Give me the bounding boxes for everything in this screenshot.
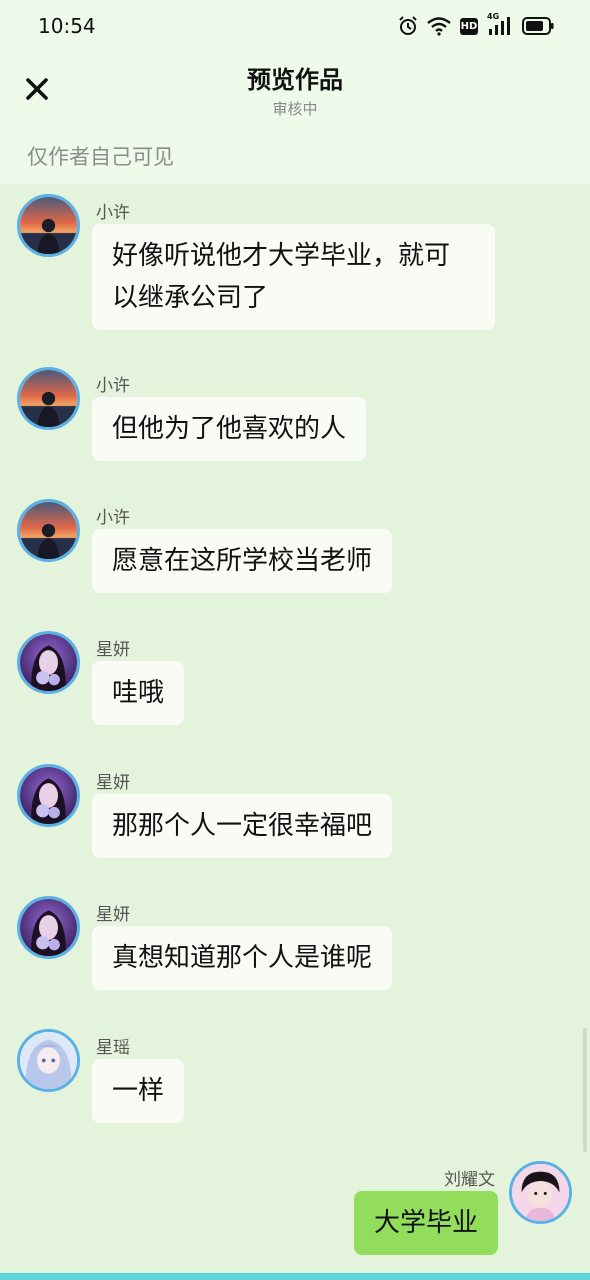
alarm-icon bbox=[398, 16, 418, 36]
sender-name: 星妍 bbox=[96, 905, 130, 925]
avatar-sunset-man[interactable] bbox=[17, 194, 80, 257]
avatar-girl-purple[interactable] bbox=[17, 764, 80, 827]
message-bubble[interactable]: 真想知道那个人是谁呢 bbox=[92, 926, 393, 990]
avatar-sunset-man[interactable] bbox=[17, 367, 80, 430]
scrollbar[interactable] bbox=[583, 1028, 587, 1152]
message-bubble[interactable]: 哇哦 bbox=[92, 661, 185, 725]
chat-message: 星妍 哇哦 bbox=[0, 631, 590, 731]
header: 10:54 HD 4G 预览作品 审核中 仅作者自己可见 bbox=[0, 0, 590, 184]
review-status: 审核中 bbox=[272, 100, 318, 118]
message-bubble[interactable]: 愿意在这所学校当老师 bbox=[92, 529, 393, 593]
chat-message: 小许 好像听说他才大学毕业，就可以继承公司了 bbox=[0, 194, 590, 334]
message-bubble[interactable]: 但他为了他喜欢的人 bbox=[92, 397, 367, 461]
page-title: 预览作品 bbox=[247, 66, 343, 94]
chat-message: 星瑶 一样 bbox=[0, 1029, 590, 1129]
chat-message-self: 刘耀文 大学毕业 bbox=[0, 1161, 590, 1261]
sender-name: 小许 bbox=[96, 376, 130, 396]
sender-name: 星妍 bbox=[96, 640, 130, 660]
avatar-sunset-man[interactable] bbox=[17, 499, 80, 562]
battery-icon bbox=[522, 17, 554, 35]
status-icons: HD 4G bbox=[398, 12, 554, 38]
avatar-girl-purple[interactable] bbox=[17, 631, 80, 694]
avatar-boy-portrait[interactable] bbox=[509, 1161, 572, 1224]
sender-name: 小许 bbox=[96, 508, 130, 528]
sender-name: 星瑶 bbox=[96, 1038, 130, 1058]
visibility-note: 仅作者自己可见 bbox=[27, 145, 174, 169]
chat-list[interactable]: 小许 好像听说他才大学毕业，就可以继承公司了 小许 但他为了他喜欢的人 小许 愿 bbox=[0, 184, 590, 1274]
message-bubble-self[interactable]: 大学毕业 bbox=[353, 1191, 498, 1255]
message-bubble[interactable]: 那那个人一定很幸福吧 bbox=[92, 794, 393, 858]
message-bubble[interactable]: 好像听说他才大学毕业，就可以继承公司了 bbox=[92, 224, 495, 330]
message-bubble[interactable]: 一样 bbox=[92, 1059, 185, 1123]
chat-message: 小许 愿意在这所学校当老师 bbox=[0, 499, 590, 599]
chat-message: 星妍 那那个人一定很幸福吧 bbox=[0, 764, 590, 864]
chat-message: 星妍 真想知道那个人是谁呢 bbox=[0, 896, 590, 996]
hd-icon: HD bbox=[460, 17, 478, 35]
signal-icon: 4G bbox=[487, 12, 513, 37]
status-time: 10:54 bbox=[38, 14, 96, 38]
chat-message: 小许 但他为了他喜欢的人 bbox=[0, 367, 590, 467]
wifi-icon bbox=[427, 16, 451, 36]
sender-name: 星妍 bbox=[96, 773, 130, 793]
bottom-bar bbox=[0, 1273, 590, 1280]
avatar-girl-purple[interactable] bbox=[17, 896, 80, 959]
avatar-girl-blue-illustration[interactable] bbox=[17, 1029, 80, 1092]
sender-name: 小许 bbox=[96, 203, 130, 223]
status-bar: 10:54 HD 4G bbox=[0, 0, 590, 52]
sender-name: 刘耀文 bbox=[444, 1170, 495, 1190]
